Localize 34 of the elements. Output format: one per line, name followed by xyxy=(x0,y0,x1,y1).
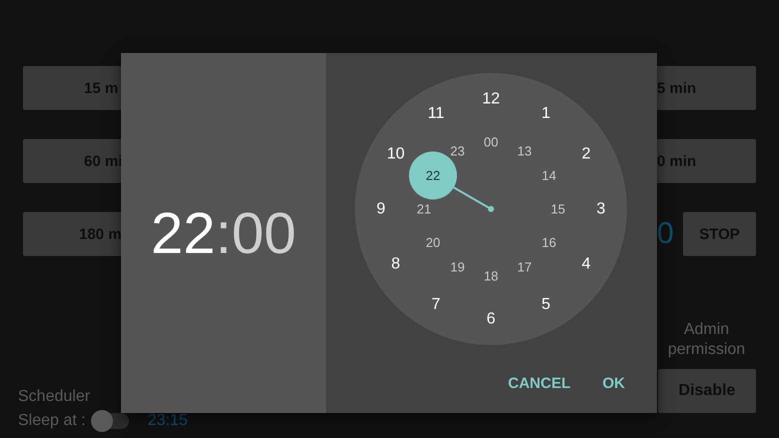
time-separator: : xyxy=(215,200,232,266)
hour-number[interactable]: 8 xyxy=(391,256,400,272)
admin-permission-label: Admin permission xyxy=(666,320,746,360)
minute-display[interactable]: 00 xyxy=(232,200,296,266)
hour-number[interactable]: 12 xyxy=(482,90,500,108)
hour-number[interactable]: 20 xyxy=(426,235,440,250)
hour-number[interactable]: 7 xyxy=(432,296,440,313)
hour-display[interactable]: 22 xyxy=(150,200,216,266)
hour-number[interactable]: 23 xyxy=(450,143,465,158)
hour-number[interactable]: 19 xyxy=(450,260,465,275)
toggle-switch[interactable] xyxy=(90,413,129,429)
hour-number[interactable]: 21 xyxy=(416,202,432,216)
hour-number[interactable]: 1 xyxy=(542,105,550,122)
hour-number[interactable]: 18 xyxy=(484,268,498,284)
dialog-button[interactable]: OK xyxy=(590,367,637,400)
hour-number[interactable]: 4 xyxy=(582,256,591,272)
hour-number[interactable]: 6 xyxy=(486,310,496,328)
hour-number[interactable]: 22 xyxy=(426,168,440,183)
hour-number[interactable]: 2 xyxy=(582,146,591,162)
hour-number[interactable]: 16 xyxy=(542,235,556,250)
hour-number[interactable]: 14 xyxy=(542,168,556,183)
hour-number[interactable]: 11 xyxy=(428,105,444,122)
hour-number[interactable]: 15 xyxy=(550,202,566,216)
scheduler-label: Scheduler xyxy=(18,388,92,406)
hour-number[interactable]: 9 xyxy=(376,200,386,218)
hour-number[interactable]: 17 xyxy=(517,260,532,275)
dialog-button[interactable]: CANCEL xyxy=(496,367,582,400)
hour-number[interactable]: 13 xyxy=(517,143,532,158)
hour-number[interactable]: 00 xyxy=(484,134,498,150)
hour-number[interactable]: 10 xyxy=(386,146,405,162)
hour-number[interactable]: 3 xyxy=(596,200,606,218)
sleep-at-label: Sleep at : xyxy=(18,412,86,430)
timer-reading: 0 xyxy=(657,216,674,252)
hour-number[interactable]: 5 xyxy=(542,296,550,313)
